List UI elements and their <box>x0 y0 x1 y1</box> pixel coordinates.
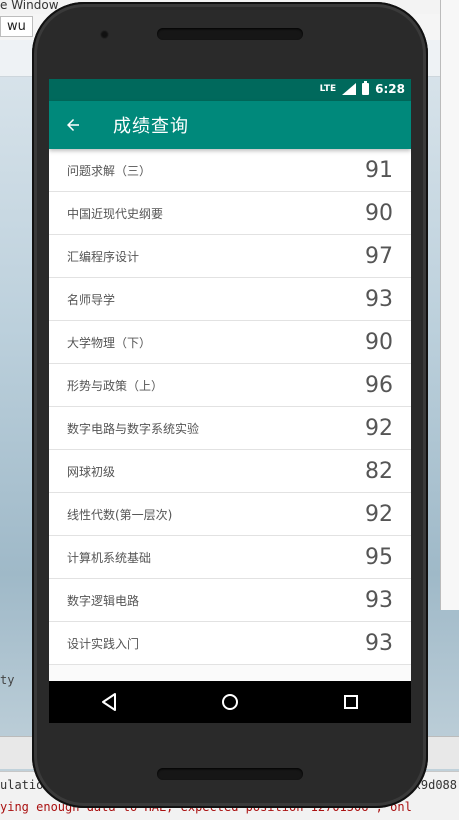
course-name: 网球初级 <box>67 464 116 479</box>
course-name: 数字逻辑电路 <box>67 593 140 608</box>
course-name: 形势与政策（上） <box>67 378 164 393</box>
grade-row[interactable]: 线性代数(第一层次) 92 <box>49 493 411 536</box>
ide-menu-text: e Window <box>0 0 59 12</box>
grade-row[interactable]: 形势与政策（上） 96 <box>49 364 411 407</box>
status-time: 6:28 <box>375 82 405 96</box>
course-score: 92 <box>365 501 393 527</box>
ide-left-text: ty <box>0 673 15 687</box>
course-score: 90 <box>365 200 393 226</box>
back-button[interactable] <box>49 101 97 149</box>
course-name: 中国近现代史纲要 <box>67 206 164 221</box>
circle-home-icon <box>221 694 238 710</box>
course-name: 问题求解（三） <box>67 163 152 178</box>
course-name: 大学物理（下） <box>67 335 152 350</box>
course-score: 90 <box>365 329 393 355</box>
course-name: 设计实践入门 <box>67 636 140 651</box>
status-bar: LTE 6:28 <box>49 79 411 101</box>
course-name: 计算机系统基础 <box>67 550 152 565</box>
grade-row[interactable]: 网球初级 82 <box>49 450 411 493</box>
grade-row[interactable]: 中国近现代史纲要 90 <box>49 192 411 235</box>
grade-row[interactable]: 问题求解（三） 91 <box>49 149 411 192</box>
grade-row[interactable]: 大学物理（下） 90 <box>49 321 411 364</box>
grade-row[interactable]: 汇编程序设计 97 <box>49 235 411 278</box>
course-name: 线性代数(第一层次) <box>67 507 173 522</box>
phone-device: LTE 6:28 成绩查询 问题求解（三） 91 中国近现代史纲要 90 汇编程… <box>32 2 428 808</box>
course-score: 96 <box>365 372 393 398</box>
course-score: 92 <box>365 415 393 441</box>
top-speaker <box>157 28 303 40</box>
course-score: 93 <box>365 587 393 613</box>
nav-back-button[interactable] <box>79 681 139 723</box>
ide-side-panel <box>440 0 459 610</box>
triangle-back-icon <box>102 693 117 711</box>
course-score: 82 <box>365 458 393 484</box>
grade-row[interactable]: 数字逻辑电路 93 <box>49 579 411 622</box>
grade-row[interactable]: 名师导学 93 <box>49 278 411 321</box>
course-score: 93 <box>365 286 393 312</box>
course-name: 数字电路与数字系统实验 <box>67 421 200 436</box>
nav-recents-button[interactable] <box>321 681 381 723</box>
network-type: LTE <box>319 84 337 94</box>
battery-icon <box>362 81 370 95</box>
grade-list: 问题求解（三） 91 中国近现代史纲要 90 汇编程序设计 97 名师导学 93… <box>49 149 411 665</box>
course-score: 91 <box>365 157 393 183</box>
course-score: 95 <box>365 544 393 570</box>
square-recents-icon <box>343 695 358 709</box>
arrow-back-icon <box>67 119 79 131</box>
bottom-speaker <box>157 768 303 780</box>
ide-tab[interactable]: wu <box>0 16 33 37</box>
course-score: 97 <box>365 243 393 269</box>
course-name: 名师导学 <box>67 292 116 307</box>
phone-screen: LTE 6:28 成绩查询 问题求解（三） 91 中国近现代史纲要 90 汇编程… <box>49 79 411 723</box>
course-name: 汇编程序设计 <box>67 249 140 264</box>
signal-icon <box>342 83 357 95</box>
course-score: 93 <box>365 630 393 656</box>
grade-row[interactable]: 数字电路与数字系统实验 92 <box>49 407 411 450</box>
grade-row[interactable]: 计算机系统基础 95 <box>49 536 411 579</box>
page-title: 成绩查询 <box>113 116 189 137</box>
nav-home-button[interactable] <box>200 681 260 723</box>
front-camera <box>100 30 109 39</box>
system-nav-bar <box>49 681 411 723</box>
app-bar: 成绩查询 <box>49 101 411 149</box>
grade-row[interactable]: 设计实践入门 93 <box>49 622 411 665</box>
